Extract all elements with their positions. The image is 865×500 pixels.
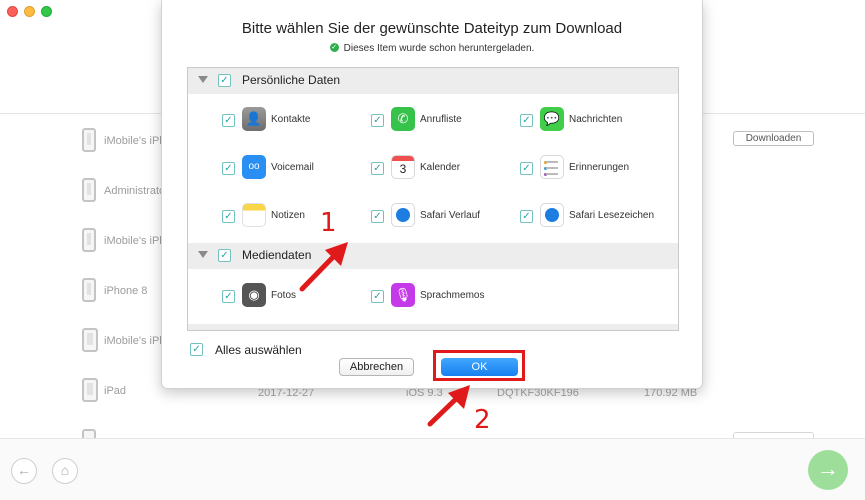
item-label: Notizen (271, 210, 305, 221)
device-name: Administrato (104, 185, 166, 197)
minimize-window-button[interactable] (24, 6, 35, 17)
camera-icon: ◉ (242, 283, 266, 307)
device-name: iPad (104, 385, 127, 397)
safari-history-icon (391, 203, 415, 227)
section-media-data[interactable]: ✓ Mediendaten (188, 243, 678, 269)
tablet-icon (82, 328, 98, 352)
item-checkbox[interactable]: ✓ (371, 162, 384, 175)
file-type-dialog: Bitte wählen Sie der gewünschte Dateityp… (161, 0, 703, 389)
item-voice-memos[interactable]: ✓ 🎙 Sprachmemos (371, 281, 521, 311)
item-checkbox[interactable]: ✓ (222, 114, 235, 127)
dialog-title: Bitte wählen Sie der gewünschte Dateityp… (241, 20, 623, 37)
dialog-subtitle: Dieses Item wurde schon heruntergeladen. (343, 43, 535, 54)
item-reminders[interactable]: ✓ Erinnerungen (520, 153, 670, 183)
item-label: Kontakte (271, 114, 311, 125)
back-arrow-icon: ← (17, 462, 31, 478)
back-button[interactable]: ← (11, 458, 37, 484)
device-name: iMobile's iPh (104, 135, 166, 147)
item-photos[interactable]: ✓ ◉ Fotos (222, 281, 372, 311)
next-section-partial (188, 324, 678, 330)
safari-bookmarks-icon (540, 203, 564, 227)
notes-icon (242, 203, 266, 227)
device-name: iMobile's iPh (104, 335, 166, 347)
close-window-button[interactable] (7, 6, 18, 17)
item-checkbox[interactable]: ✓ (371, 114, 384, 127)
home-button[interactable]: ⌂ (52, 458, 78, 484)
reminders-icon (540, 155, 564, 179)
voice-memos-icon: 🎙 (391, 283, 415, 307)
item-label: Kalender (420, 162, 461, 173)
item-messages[interactable]: ✓ 💬 Nachrichten (520, 105, 670, 135)
voicemail-icon: oo (242, 155, 266, 179)
device-name: iMobile's iPh (104, 235, 166, 247)
phone-icon (82, 228, 96, 252)
section-label: Persönliche Daten (242, 73, 341, 87)
item-label: Safari Lesezeichen (569, 210, 655, 221)
downloaded-check-icon: ✓ (329, 42, 339, 52)
item-checkbox[interactable]: ✓ (222, 162, 235, 175)
item-checkbox[interactable]: ✓ (371, 290, 384, 303)
expand-triangle-icon[interactable] (198, 251, 208, 258)
section-checkbox[interactable]: ✓ (218, 249, 231, 262)
phone-icon (82, 178, 96, 202)
item-checkbox[interactable]: ✓ (520, 210, 533, 223)
maximize-window-button[interactable] (41, 6, 52, 17)
item-calendar[interactable]: ✓ 3 Kalender (371, 153, 521, 183)
item-label: Erinnerungen (569, 162, 630, 173)
item-notes[interactable]: ✓ Notizen (222, 201, 372, 231)
window-controls (7, 6, 52, 17)
phone-icon: ✆ (391, 107, 415, 131)
item-voicemail[interactable]: ✓ oo Voicemail (222, 153, 372, 183)
cancel-button[interactable]: Abbrechen (339, 358, 414, 376)
annotation-step-2: 2 (474, 405, 491, 435)
item-checkbox[interactable]: ✓ (520, 162, 533, 175)
expand-triangle-icon[interactable] (198, 76, 208, 83)
file-type-list[interactable]: ✓ Persönliche Daten ✓ 👤 Kontakte ✓ ✆ Anr… (187, 67, 679, 331)
item-label: Safari Verlauf (420, 210, 481, 221)
item-label: Anrufliste (420, 114, 462, 125)
section-checkbox[interactable]: ✓ (218, 74, 231, 87)
next-button[interactable]: → (808, 450, 848, 490)
device-name: iPhone 8 (104, 285, 148, 297)
item-label: Nachrichten (569, 114, 623, 125)
item-checkbox[interactable]: ✓ (371, 210, 384, 223)
select-all-label: Alles auswählen (215, 343, 302, 357)
phone-icon (82, 128, 96, 152)
phone-icon (82, 278, 96, 302)
ok-highlight-box (433, 350, 525, 381)
select-all-checkbox[interactable]: ✓ (190, 343, 203, 356)
tablet-icon (82, 378, 98, 402)
messages-icon: 💬 (540, 107, 564, 131)
item-label: Fotos (271, 290, 297, 301)
annotation-step-1: 1 (320, 208, 337, 238)
dialog-subtitle-row: ✓ Dieses Item wurde schon heruntergeladen… (162, 42, 702, 54)
section-personal-data[interactable]: ✓ Persönliche Daten (188, 68, 678, 94)
item-label: Voicemail (271, 162, 314, 173)
next-arrow-icon: → (817, 456, 839, 481)
item-checkbox[interactable]: ✓ (222, 210, 235, 223)
home-icon: ⌂ (60, 462, 70, 478)
item-safari-history[interactable]: ✓ Safari Verlauf (371, 201, 521, 231)
bottom-bar (0, 438, 865, 500)
item-checkbox[interactable]: ✓ (222, 290, 235, 303)
section-label: Mediendaten (242, 248, 312, 262)
contacts-icon: 👤 (242, 107, 266, 131)
item-contacts[interactable]: ✓ 👤 Kontakte (222, 105, 372, 135)
download-button[interactable]: Downloaden (733, 131, 814, 146)
item-checkbox[interactable]: ✓ (520, 114, 533, 127)
item-call-history[interactable]: ✓ ✆ Anrufliste (371, 105, 521, 135)
calendar-icon: 3 (391, 155, 415, 179)
item-safari-bookmarks[interactable]: ✓ Safari Lesezeichen (520, 201, 670, 231)
item-label: Sprachmemos (420, 290, 485, 301)
